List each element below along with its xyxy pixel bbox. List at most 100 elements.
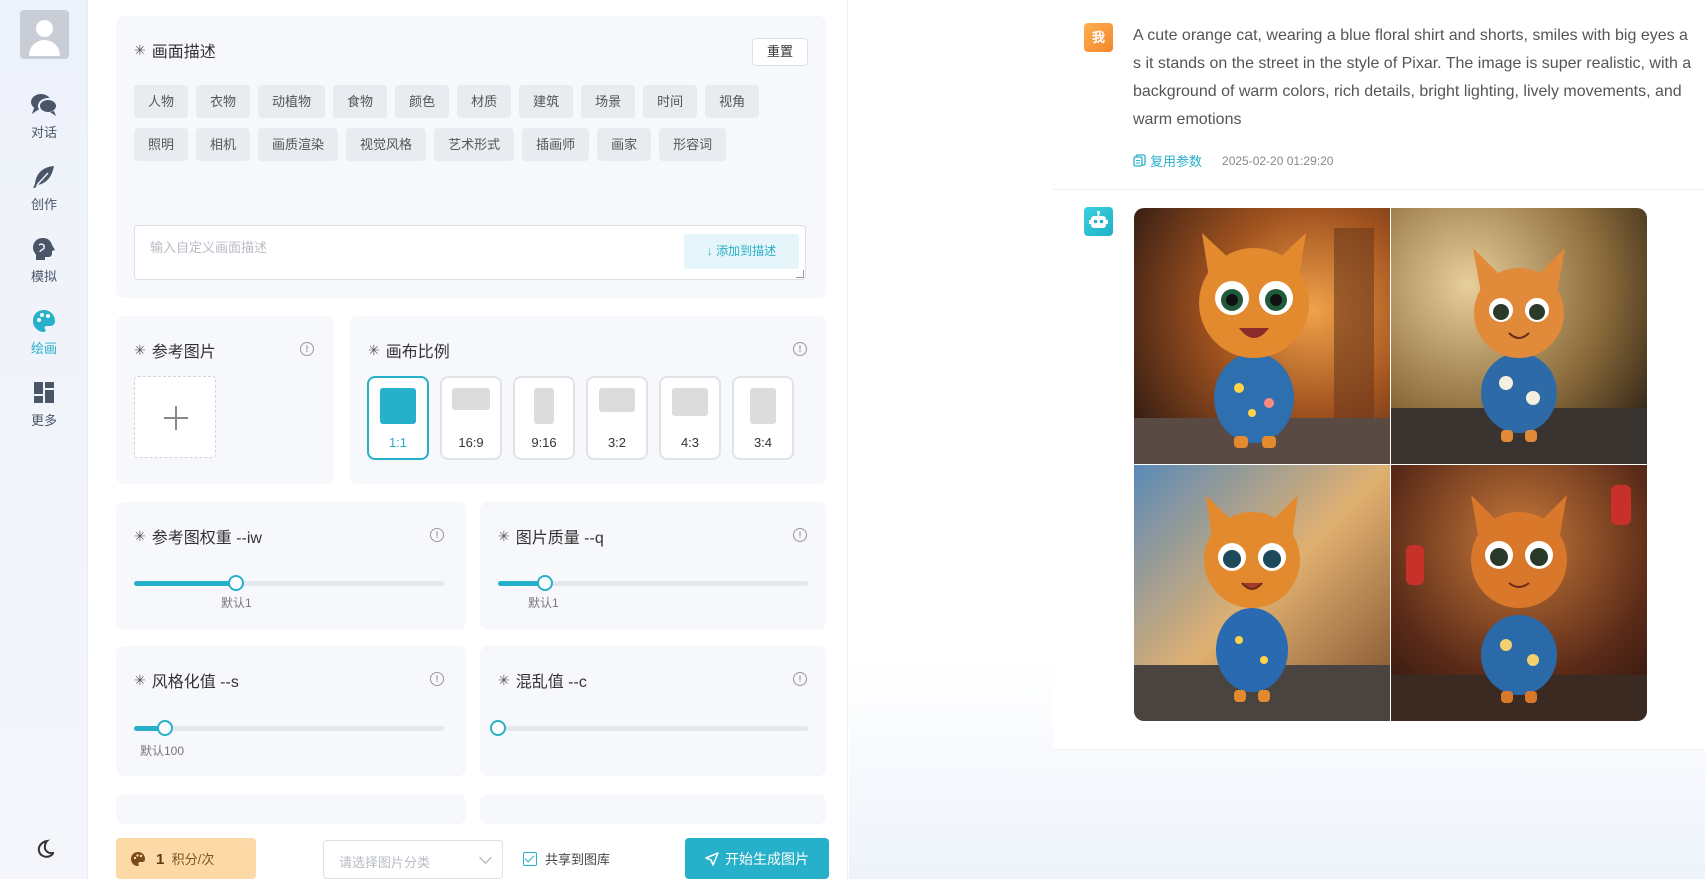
select-placeholder: 请选择图片分类 xyxy=(339,855,431,870)
tag-button[interactable]: 食物 xyxy=(333,85,388,118)
tag-button[interactable]: 动植物 xyxy=(258,85,326,118)
next-card xyxy=(116,794,466,824)
bot-message xyxy=(1053,190,1705,750)
slider-handle[interactable] xyxy=(490,720,506,736)
reset-button[interactable]: 重置 xyxy=(752,38,808,66)
s-slider-card: ✳ 风格化值 --s ! 默认100 xyxy=(116,646,466,776)
info-icon[interactable]: ! xyxy=(430,528,444,542)
q-slider[interactable] xyxy=(498,575,808,591)
sidebar-item-create[interactable]: 创作 xyxy=(0,164,88,213)
tag-button[interactable]: 画家 xyxy=(597,128,652,161)
sidebar-item-chat[interactable]: 对话 xyxy=(0,92,88,141)
timestamp: 2025-02-20 01:29:20 xyxy=(1222,153,1334,168)
tag-button[interactable]: 视觉风格 xyxy=(346,128,427,161)
tag-button[interactable]: 视角 xyxy=(705,85,760,118)
generated-image-3[interactable] xyxy=(1134,465,1390,721)
arrow-down-icon: ↓ xyxy=(706,244,713,258)
share-label: 共享到图库 xyxy=(545,852,611,867)
description-card: ✳ 画面描述 重置 人物 衣物 动植物 食物 颜色 材质 建筑 场景 时间 视角 照明 相机 画质渲染视… xyxy=(116,16,826,298)
generated-image-4[interactable] xyxy=(1391,465,1647,721)
info-icon[interactable]: ! xyxy=(430,672,444,686)
cost-number: 1 xyxy=(156,851,165,868)
q-slider-card: ✳ 图片质量 --q ! 默认1 xyxy=(480,502,826,630)
s-slider[interactable] xyxy=(134,720,444,736)
tag-button[interactable]: 建筑 xyxy=(519,85,574,118)
info-icon[interactable]: ! xyxy=(793,528,807,542)
next-card xyxy=(480,794,826,824)
tag-button[interactable]: 颜色 xyxy=(395,85,450,118)
ratio-option-3-4[interactable]: 3:4 xyxy=(732,376,794,460)
card-title: ✳ 参考图权重 --iw xyxy=(134,527,262,548)
ratio-option-4-3[interactable]: 4:3 xyxy=(659,376,721,460)
info-icon[interactable]: ! xyxy=(793,342,807,356)
tag-button[interactable]: 画质渲染 xyxy=(258,128,339,161)
resize-handle[interactable] xyxy=(796,270,804,278)
chat-icon xyxy=(31,94,58,116)
tag-button[interactable]: 时间 xyxy=(643,85,698,118)
category-select[interactable]: 请选择图片分类 xyxy=(323,840,503,879)
tag-list: 人物 衣物 动植物 食物 颜色 材质 建筑 场景 时间 视角照明 相机 画质渲染 视觉风格 艺术形式 插画师… xyxy=(134,85,774,161)
asterisk-icon: ✳ xyxy=(498,527,510,544)
sidebar-item-more[interactable]: 更多 xyxy=(0,380,88,429)
slider-caption: 默认1 xyxy=(221,596,252,610)
avatar[interactable] xyxy=(20,10,69,59)
sidebar-item-label: 对话 xyxy=(30,125,57,140)
card-title: ✳ 参考图片 xyxy=(134,341,216,362)
asterisk-icon: ✳ xyxy=(134,41,146,58)
card-title: ✳ 图片质量 --q xyxy=(498,527,604,548)
palette-icon xyxy=(131,851,145,866)
sidebar-item-simulate[interactable]: 模拟 xyxy=(0,236,88,285)
copy-icon xyxy=(1133,154,1146,167)
sidebar: 对话 创作 模拟 绘画 更多 xyxy=(0,0,88,879)
grid-icon xyxy=(34,382,54,403)
generate-button[interactable]: 开始生成图片 xyxy=(685,838,829,879)
add-to-description-button[interactable]: ↓ 添加到描述 xyxy=(684,234,799,269)
palette-icon xyxy=(33,310,55,332)
info-icon[interactable]: ! xyxy=(300,342,314,356)
tag-button[interactable]: 照明 xyxy=(134,128,189,161)
sidebar-item-label: 绘画 xyxy=(30,341,57,356)
c-slider[interactable] xyxy=(490,720,808,736)
tag-button[interactable]: 衣物 xyxy=(196,85,251,118)
tag-button[interactable]: 插画师 xyxy=(522,128,590,161)
iw-slider-card: ✳ 参考图权重 --iw ! 默认1 xyxy=(116,502,466,630)
ratio-option-1-1[interactable]: 1:1 xyxy=(367,376,429,460)
user-badge: 我 xyxy=(1084,23,1113,52)
ratio-option-16-9[interactable]: 16:9 xyxy=(440,376,502,460)
reference-image-card: ✳ 参考图片 ! xyxy=(116,316,334,484)
tag-button[interactable]: 形容词 xyxy=(659,128,727,161)
card-title: ✳ 风格化值 --s xyxy=(134,671,239,692)
tag-button[interactable]: 艺术形式 xyxy=(434,128,515,161)
sidebar-item-draw[interactable]: 绘画 xyxy=(0,308,88,357)
tag-button[interactable]: 相机 xyxy=(196,128,251,161)
moon-icon[interactable] xyxy=(35,839,55,859)
upload-image-button[interactable] xyxy=(134,376,216,458)
generated-image-2[interactable] xyxy=(1391,208,1647,464)
tag-button[interactable]: 材质 xyxy=(457,85,512,118)
tag-button[interactable]: 场景 xyxy=(581,85,636,118)
slider-handle[interactable] xyxy=(157,720,173,736)
ratio-option-9-16[interactable]: 9:16 xyxy=(513,376,575,460)
sidebar-item-label: 模拟 xyxy=(30,269,57,284)
checkbox[interactable] xyxy=(523,851,537,866)
robot-icon xyxy=(1084,207,1113,236)
reuse-params-button[interactable]: 复用参数 xyxy=(1133,151,1202,170)
slider-handle[interactable] xyxy=(537,575,553,591)
share-checkbox[interactable]: 共享到图库 xyxy=(523,849,610,868)
info-icon[interactable]: ! xyxy=(793,672,807,686)
generated-image-grid[interactable] xyxy=(1134,208,1647,721)
feather-icon xyxy=(33,166,54,188)
asterisk-icon: ✳ xyxy=(368,341,380,358)
message-meta: 复用参数 2025-02-20 01:29:20 xyxy=(1133,151,1333,170)
slider-handle[interactable] xyxy=(228,575,244,591)
generated-image-1[interactable] xyxy=(1134,208,1390,464)
slider-caption: 默认1 xyxy=(528,596,559,610)
cost-badge: 1 积分/次 xyxy=(116,838,256,879)
description-input[interactable]: 输入自定义画面描述 ↓ 添加到描述 xyxy=(134,225,806,280)
input-placeholder: 输入自定义画面描述 xyxy=(150,240,268,255)
iw-slider[interactable] xyxy=(134,575,444,591)
ratio-option-3-2[interactable]: 3:2 xyxy=(586,376,648,460)
card-title: ✳ 混乱值 --c xyxy=(498,671,587,692)
asterisk-icon: ✳ xyxy=(134,671,146,688)
tag-button[interactable]: 人物 xyxy=(134,85,189,118)
